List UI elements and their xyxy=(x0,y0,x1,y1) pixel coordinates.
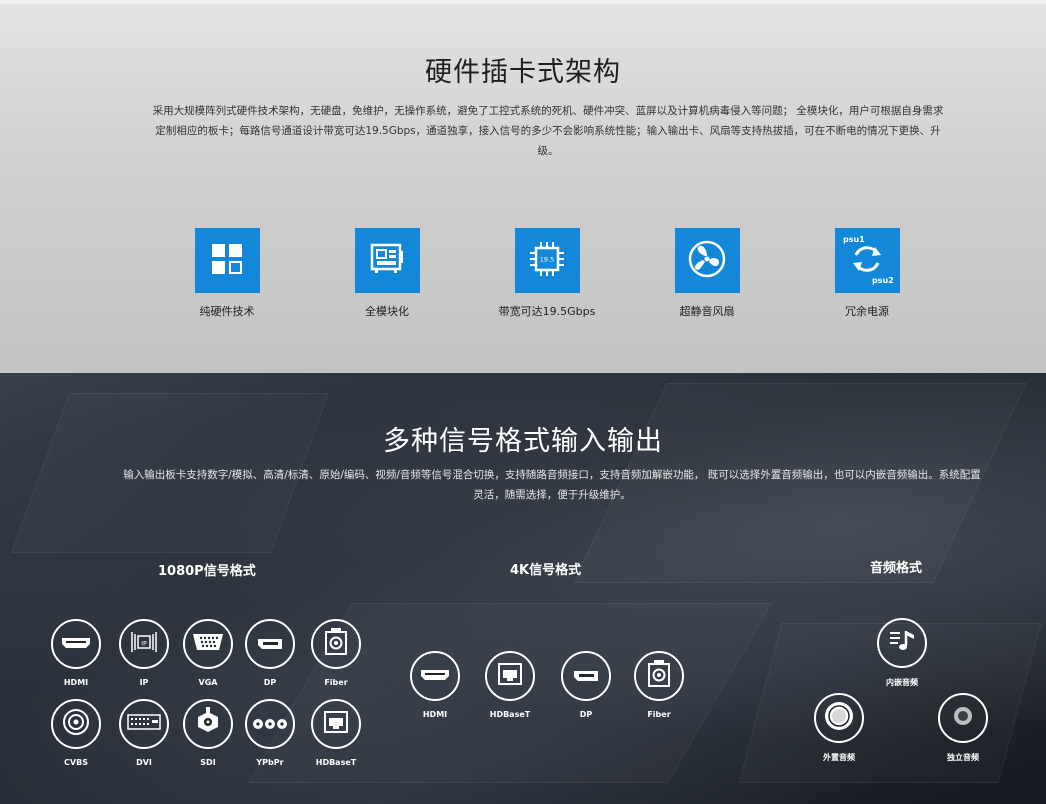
feature-redundant-psu: psu1 psu2 冗余电源 xyxy=(807,228,927,319)
chip-text: 19.5 xyxy=(540,255,554,263)
signal-label: YPbPr xyxy=(256,758,284,767)
signal-ypbpr: YPbPr xyxy=(240,699,300,767)
signal-cvbs: CVBS xyxy=(46,699,106,767)
feature-bandwidth: 19.5 带宽可达19.5Gbps xyxy=(487,228,607,319)
fiber-icon xyxy=(324,628,348,660)
feature-pure-hardware: 纯硬件技术 xyxy=(167,228,287,319)
svg-text:IP: IP xyxy=(141,641,147,648)
signal-label: DP xyxy=(263,678,277,687)
grid-icon xyxy=(211,243,243,279)
displayport-icon xyxy=(257,635,283,654)
signal-vga: VGA xyxy=(178,619,238,687)
signal-hdmi: HDMI xyxy=(46,619,106,687)
psu-redundancy-icon: psu1 psu2 xyxy=(839,231,895,291)
chip-icon: 19.5 xyxy=(528,240,566,282)
signal-label: HDMI xyxy=(422,710,448,719)
signal-4k-hdbaset: HDBaseT xyxy=(480,651,540,719)
fiber-icon xyxy=(647,660,671,692)
hdmi-icon xyxy=(61,635,91,654)
cvbs-icon xyxy=(62,708,90,740)
music-note-icon xyxy=(888,628,916,658)
signal-label: IP xyxy=(139,678,149,687)
signal-label: DVI xyxy=(136,758,152,767)
signal-sdi: SDI xyxy=(178,699,238,767)
module-board-icon xyxy=(369,242,405,280)
signal-fiber: Fiber xyxy=(306,619,366,687)
feature-tile xyxy=(194,228,260,293)
hardware-title: 硬件插卡式架构 xyxy=(425,57,621,88)
signal-dp: DP xyxy=(240,619,300,687)
signal-dvi: DVI xyxy=(114,699,174,767)
signal-independent-audio: 独立音频 xyxy=(933,693,993,763)
signal-ip: IP IP xyxy=(114,619,174,687)
signal-hdbaset: HDBaseT xyxy=(306,699,366,767)
signal-label: 外置音频 xyxy=(823,753,855,762)
hardware-section: 硬件插卡式架构 采用大规模阵列式硬件技术架构，无硬盘，免维护，无操作系统，避免了… xyxy=(0,0,1046,373)
feature-silent-fan: 超静音风扇 xyxy=(647,228,767,319)
psu2-text: psu2 xyxy=(872,276,894,285)
signal-label: HDMI xyxy=(63,678,89,687)
feature-tile xyxy=(674,228,740,293)
audio-jack-icon xyxy=(823,700,855,736)
feature-modular: 全模块化 xyxy=(327,228,447,319)
fan-icon xyxy=(687,239,727,283)
hdmi-icon xyxy=(420,667,450,686)
feature-tile: 19.5 xyxy=(514,228,580,293)
feature-tile: psu1 psu2 xyxy=(834,228,900,293)
signal-external-audio: 外置音频 xyxy=(809,693,869,763)
signal-label: VGA xyxy=(198,678,218,687)
group-title-audio: 音频格式 xyxy=(870,561,923,576)
signal-4k-hdmi: HDMI xyxy=(405,651,465,719)
psu1-text: psu1 xyxy=(843,235,865,244)
displayport-icon xyxy=(573,667,599,686)
signal-embedded-audio: 内嵌音频 xyxy=(872,618,932,688)
signal-4k-dp: DP xyxy=(556,651,616,719)
signals-description: 输入输出板卡支持数字/模拟、高清/标清、原始/编码、视频/音频等信号混合切换，支… xyxy=(123,469,981,501)
signals-title: 多种信号格式输入输出 xyxy=(383,426,663,457)
feature-label: 纯硬件技术 xyxy=(199,305,255,318)
feature-label: 带宽可达19.5Gbps xyxy=(498,305,596,318)
signal-label: 内嵌音频 xyxy=(886,678,918,687)
rj45-icon xyxy=(497,662,523,690)
signal-label: CVBS xyxy=(64,758,88,767)
signal-label: SDI xyxy=(200,758,216,767)
rj45-icon xyxy=(323,710,349,738)
signal-label: Fiber xyxy=(647,710,671,719)
feature-label: 超静音风扇 xyxy=(679,305,735,318)
signal-label: Fiber xyxy=(324,678,348,687)
feature-tile xyxy=(354,228,420,293)
sdi-icon xyxy=(193,707,223,741)
dvi-icon xyxy=(127,714,161,734)
group-title-1080p: 1080P信号格式 xyxy=(158,564,256,579)
signals-section: 多种信号格式输入输出 输入输出板卡支持数字/模拟、高清/标清、原始/编码、视频/… xyxy=(0,373,1046,804)
signal-label: HDBaseT xyxy=(315,758,357,767)
ypbpr-icon xyxy=(252,715,288,734)
hardware-description: 采用大规模阵列式硬件技术架构，无硬盘，免维护，无操作系统，避免了工控式系统的死机… xyxy=(152,105,944,157)
feature-label: 冗余电源 xyxy=(845,305,889,318)
group-title-4k: 4K信号格式 xyxy=(510,563,582,578)
ip-icon: IP xyxy=(129,630,159,658)
audio-port-icon xyxy=(952,705,974,731)
signal-label: 独立音频 xyxy=(947,753,979,762)
signal-4k-fiber: Fiber xyxy=(629,651,689,719)
vga-icon xyxy=(192,633,224,655)
signal-label: HDBaseT xyxy=(489,710,531,719)
feature-label: 全模块化 xyxy=(365,305,409,318)
signal-label: DP xyxy=(579,710,593,719)
